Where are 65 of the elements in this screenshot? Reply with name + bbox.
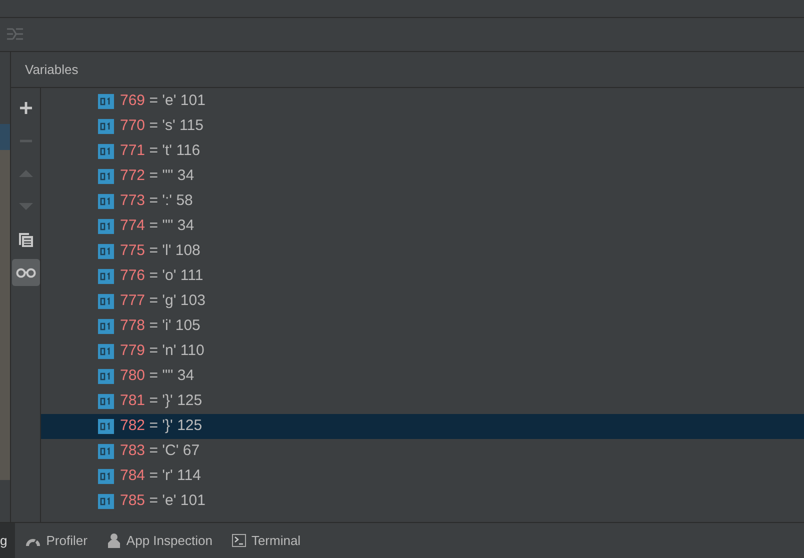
variable-entry: 771 = 't' 116 [120,141,200,162]
variable-entry: 772 = '"' 34 [120,166,194,186]
variable-row[interactable]: 772 = '"' 34 [41,164,804,189]
primitive-icon [98,244,114,259]
variable-row[interactable]: 776 = 'o' 111 [41,264,804,289]
variable-entry: 774 = '"' 34 [120,216,194,236]
variable-entry: 780 = '"' 34 [120,366,194,386]
variable-entry: 777 = 'g' 103 [120,291,206,312]
primitive-icon [98,269,114,284]
primitive-icon [98,344,114,359]
variable-row[interactable]: 769 = 'e' 101 [41,89,804,114]
primitive-icon [98,469,114,484]
primitive-icon [98,169,114,184]
tool-window-tab[interactable]: App Inspection [97,523,222,558]
variable-row[interactable]: 784 = 'r' 114 [41,464,804,489]
variable-row[interactable]: 775 = 'l' 108 [41,239,804,264]
primitive-icon [98,369,114,384]
variable-entry: 776 = 'o' 111 [120,266,204,286]
tool-window-tab[interactable]: Profiler [15,523,98,558]
layout-icon[interactable] [7,28,23,41]
variable-row[interactable]: 771 = 't' 116 [41,139,804,164]
variable-entry: 770 = 's' 115 [120,116,204,136]
triangle-up-icon [18,170,32,177]
triangle-down-icon [18,203,32,210]
primitive-icon [98,294,114,309]
variable-entry: 784 = 'r' 114 [120,466,201,486]
terminal-icon [232,534,246,547]
variable-entry: 782 = '}' 125 [120,416,202,436]
variable-row[interactable]: 783 = 'C' 67 [41,439,804,464]
variable-row[interactable]: 781 = '}' 125 [41,389,804,414]
primitive-icon [98,194,114,209]
primitive-icon [98,394,114,409]
primitive-icon [98,319,114,334]
variable-row[interactable]: 774 = '"' 34 [41,214,804,239]
plus-icon [18,100,32,114]
primitive-icon [98,444,114,459]
glasses-icon [16,268,36,278]
primitive-icon [98,94,114,109]
tool-window-tab[interactable]: g [0,523,16,558]
variable-row[interactable]: 773 = ':' 58 [41,189,804,214]
variable-entry: 769 = 'e' 101 [120,91,206,112]
variable-row[interactable]: 777 = 'g' 103 [41,289,804,314]
primitive-icon [98,144,114,159]
copy-icon [18,232,34,248]
variable-entry: 781 = '}' 125 [120,391,202,412]
primitive-icon [98,219,114,234]
figure-icon [107,533,122,548]
primitive-icon [98,419,114,434]
variable-row[interactable]: 770 = 's' 115 [41,114,804,139]
variable-row[interactable]: 780 = '"' 34 [41,364,804,389]
variable-row[interactable]: 778 = 'i' 105 [41,314,804,339]
variable-entry: 778 = 'i' 105 [120,316,200,336]
watch-toggle-button[interactable] [12,259,40,286]
variable-row[interactable]: 782 = '}' 125 [41,414,804,439]
variable-entry: 785 = 'e' 101 [120,491,206,512]
variable-entry: 773 = ':' 58 [120,191,193,212]
panel-title: Variables [25,60,78,79]
variable-entry: 783 = 'C' 67 [120,441,200,462]
variable-entry: 775 = 'l' 108 [120,241,200,262]
variable-row[interactable]: 785 = 'e' 101 [41,489,804,514]
tool-window-tab[interactable]: Terminal [222,523,311,558]
primitive-icon [98,119,114,134]
variable-row[interactable]: 779 = 'n' 110 [41,339,804,364]
variable-entry: 779 = 'n' 110 [120,341,204,362]
primitive-icon [98,494,114,509]
